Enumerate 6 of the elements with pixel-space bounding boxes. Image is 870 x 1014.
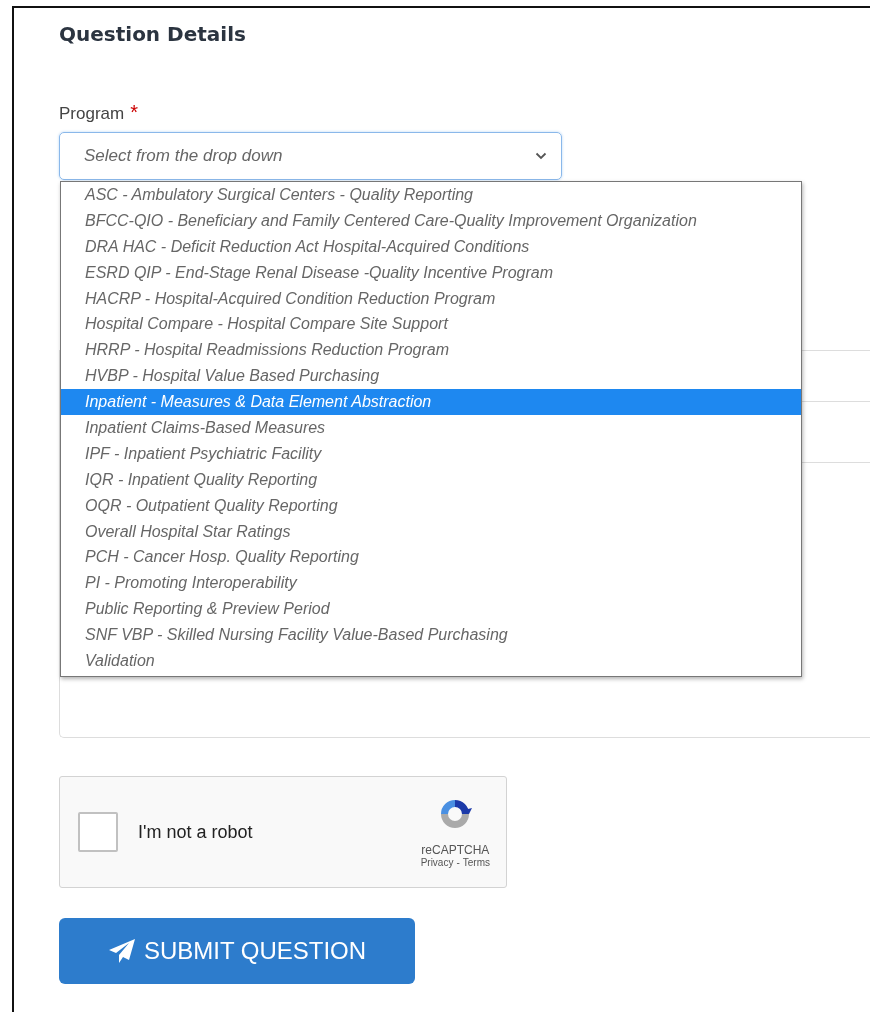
required-mark: *	[130, 104, 138, 120]
captcha-label: I'm not a robot	[138, 821, 254, 843]
link-separator: -	[456, 856, 460, 868]
recaptcha-brand: reCAPTCHA	[421, 842, 490, 857]
section-title: Question Details	[59, 22, 247, 46]
field-label: Program	[59, 104, 125, 124]
